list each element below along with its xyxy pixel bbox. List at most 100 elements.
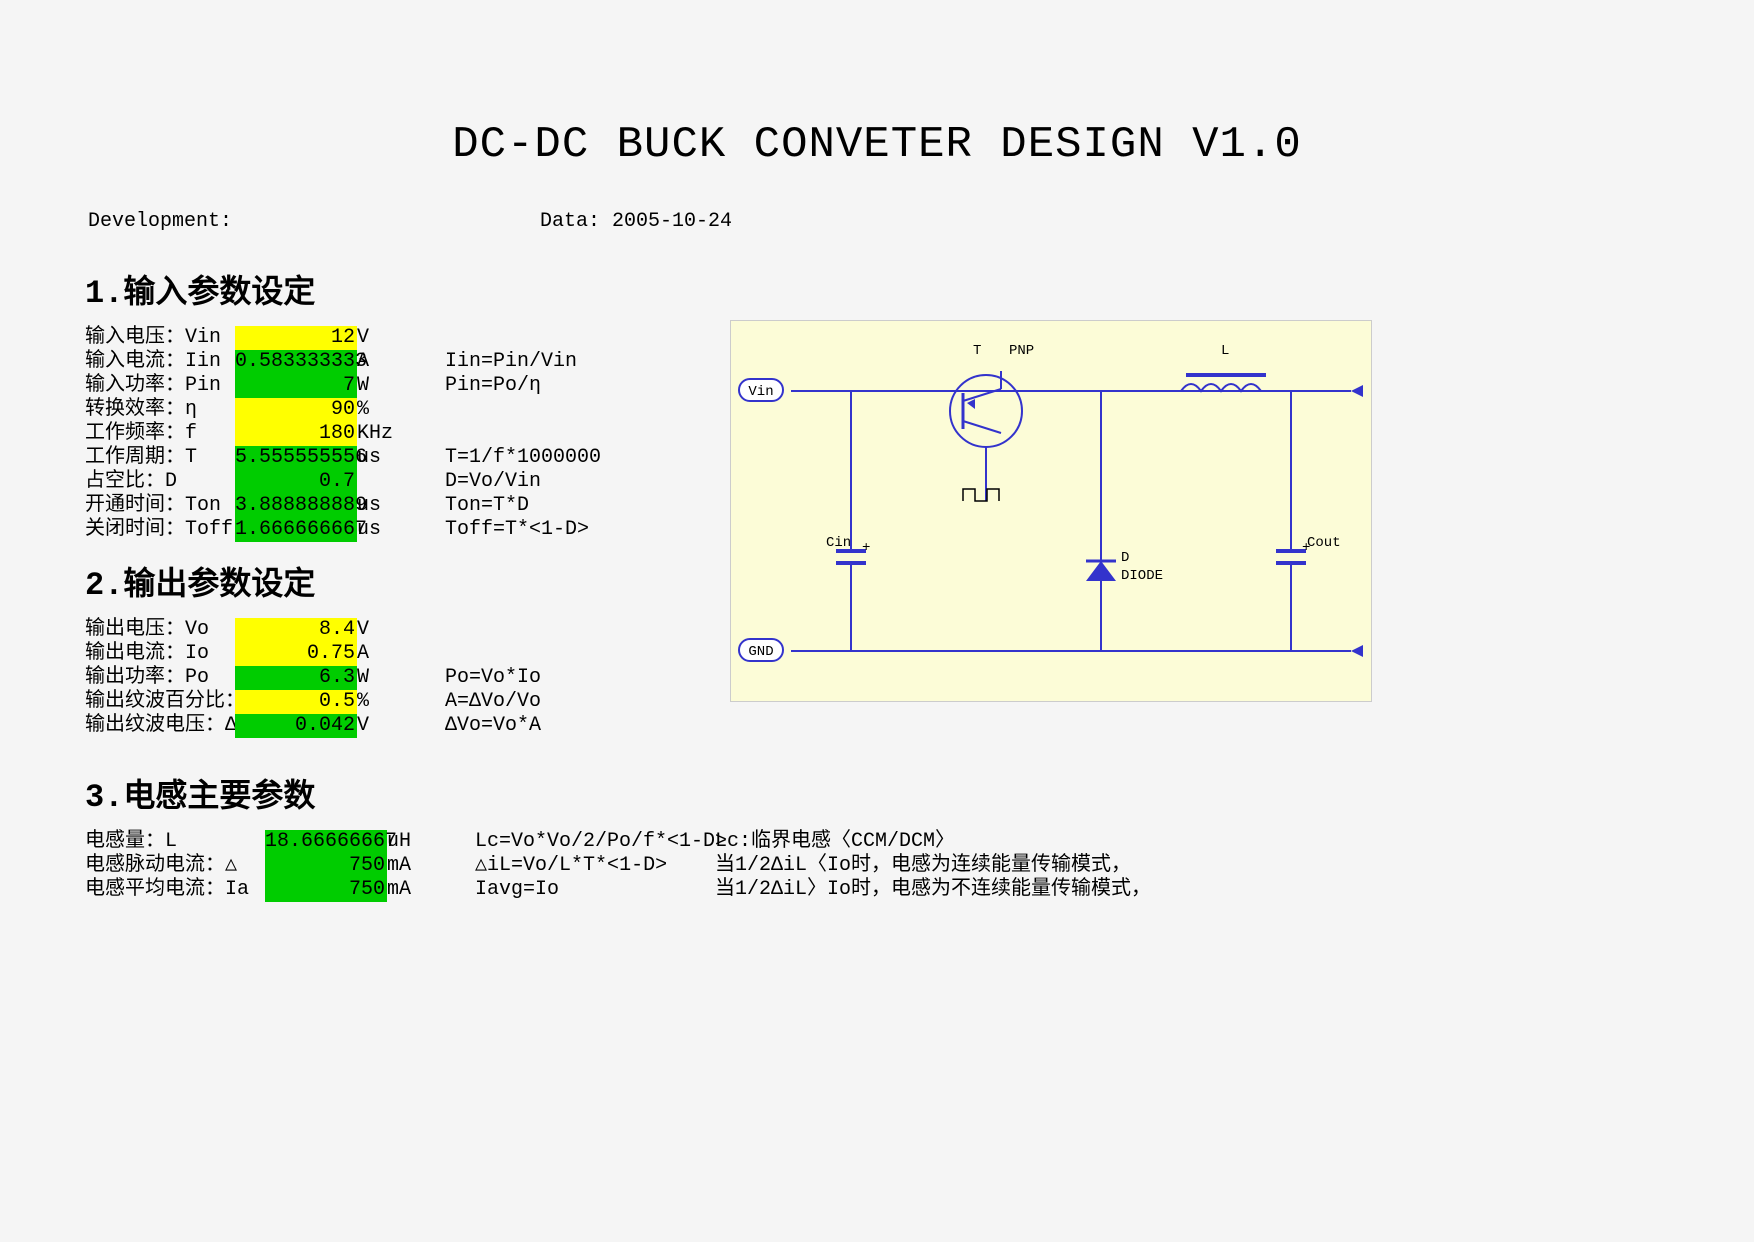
- table-row: 工作周期：T5.555555556us T=1/f*1000000: [85, 446, 601, 470]
- param-value: 12: [235, 326, 357, 350]
- table-row: 输入功率：Pin7W Pin=Po/η: [85, 374, 601, 398]
- param-label: 输入电压：Vin: [85, 326, 235, 350]
- param-value: 0.042: [235, 714, 357, 738]
- table-row: 输出纹波电压：Δ0.042V ΔVo=Vo*A: [85, 714, 541, 738]
- table-row: 输出功率：Po6.3W Po=Vo*Io: [85, 666, 541, 690]
- param-note: 当1/2ΔiL〈Io时，电感为连续能量传输模式，: [715, 854, 1131, 878]
- param-label: 电感脉动电流：△: [85, 854, 265, 878]
- schematic-diagram: Vin GND Cin + T PNP: [730, 320, 1372, 702]
- table-row: 电感平均电流：Ia750mA Iavg=Io 当1/2ΔiL〉Io时，电感为不连续能…: [85, 878, 1151, 902]
- schematic-d-label: D: [1121, 550, 1129, 566]
- table-row: 电感量：L18.66666667uH Lc=Vo*Vo/2/Po/f*<1-D> L…: [85, 830, 1151, 854]
- param-label: 占空比：D: [85, 470, 235, 494]
- param-value: 180: [235, 422, 357, 446]
- param-label: 工作周期：T: [85, 446, 235, 470]
- param-label: 开通时间：Ton: [85, 494, 235, 518]
- svg-text:+: +: [1302, 540, 1310, 556]
- param-unit: us: [357, 494, 395, 518]
- output-params-table: 输出电压：Vo8.4V输出电流：Io0.75A输出功率：Po6.3WPo=Vo*…: [85, 618, 541, 738]
- date-label: Data: 2005-10-24: [540, 210, 732, 233]
- param-value: 5.555555556: [235, 446, 357, 470]
- param-unit: %: [357, 398, 395, 422]
- page-title: DC-DC BUCK CONVETER DESIGN V1.0: [0, 120, 1754, 170]
- param-formula: Ton=T*D: [445, 494, 529, 518]
- param-note: Lc:临界电感〈CCM/DCM〉: [715, 830, 955, 854]
- param-unit: mA: [387, 878, 425, 902]
- param-unit: KHz: [357, 422, 395, 446]
- param-value: 18.66666667: [265, 830, 387, 854]
- param-label: 输入电流：Iin: [85, 350, 235, 374]
- param-label: 工作频率：f: [85, 422, 235, 446]
- param-value: 750: [265, 878, 387, 902]
- schematic-cin-label: Cin: [826, 535, 851, 551]
- param-unit: us: [357, 518, 395, 542]
- svg-text:+: +: [862, 540, 870, 556]
- param-formula: Iin=Pin/Vin: [445, 350, 577, 374]
- param-value: 750: [265, 854, 387, 878]
- param-label: 输出功率：Po: [85, 666, 235, 690]
- param-value: 0.5: [235, 690, 357, 714]
- param-value: 0.75: [235, 642, 357, 666]
- param-label: 转换效率：η: [85, 398, 235, 422]
- table-row: 电感脉动电流：△750mA△iL=Vo/L*T*<1-D>当1/2ΔiL〈Io时…: [85, 854, 1151, 878]
- param-label: 输入功率：Pin: [85, 374, 235, 398]
- inductor-params-table: 电感量：L18.66666667uH Lc=Vo*Vo/2/Po/f*<1-D> L…: [85, 830, 1151, 902]
- param-unit: W: [357, 374, 395, 398]
- param-label: 输出电压：Vo: [85, 618, 235, 642]
- schematic-vin-label: Vin: [748, 384, 773, 400]
- table-row: 输出电压：Vo8.4V: [85, 618, 541, 642]
- schematic-l-label: L: [1221, 343, 1229, 359]
- param-unit: uH: [387, 830, 425, 854]
- param-value: 8.4: [235, 618, 357, 642]
- param-formula: A=ΔVo/Vo: [445, 690, 541, 714]
- schematic-t-label: T: [973, 343, 981, 359]
- param-unit: V: [357, 714, 395, 738]
- param-formula: D=Vo/Vin: [445, 470, 541, 494]
- param-value: 0.583333333: [235, 350, 357, 374]
- param-value: 1.666666667: [235, 518, 357, 542]
- section-3-heading: 3.电感主要参数: [85, 770, 315, 816]
- table-row: 转换效率：η90%: [85, 398, 601, 422]
- param-formula: Toff=T*<1-D>: [445, 518, 589, 542]
- schematic-gnd-label: GND: [748, 644, 773, 660]
- param-unit: A: [357, 642, 395, 666]
- param-label: 电感量：L: [85, 830, 265, 854]
- param-formula: T=1/f*1000000: [445, 446, 601, 470]
- param-value: 0.7: [235, 470, 357, 494]
- table-row: 输出电流：Io0.75A: [85, 642, 541, 666]
- table-row: 输入电流：Iin0.583333333A Iin=Pin/Vin: [85, 350, 601, 374]
- param-label: 关闭时间：Toff: [85, 518, 235, 542]
- param-value: 90: [235, 398, 357, 422]
- development-label: Development:: [88, 210, 232, 233]
- param-value: 6.3: [235, 666, 357, 690]
- section-1-heading: 1.输入参数设定: [85, 266, 315, 312]
- param-unit: %: [357, 690, 395, 714]
- param-formula: Lc=Vo*Vo/2/Po/f*<1-D>: [475, 830, 695, 854]
- param-value: 3.888888889: [235, 494, 357, 518]
- param-formula: Po=Vo*Io: [445, 666, 541, 690]
- param-unit: us: [357, 446, 395, 470]
- section-2-heading: 2.输出参数设定: [85, 558, 315, 604]
- param-unit: V: [357, 618, 395, 642]
- param-formula: Iavg=Io: [475, 878, 695, 902]
- param-value: 7: [235, 374, 357, 398]
- table-row: 关闭时间：Toff1.666666667us Toff=T*<1-D>: [85, 518, 601, 542]
- schematic-pnp-label: PNP: [1009, 343, 1034, 359]
- table-row: 工作频率：f180KHz: [85, 422, 601, 446]
- param-label: 电感平均电流：Ia: [85, 878, 265, 902]
- param-formula: Pin=Po/η: [445, 374, 541, 398]
- schematic-cout-label: Cout: [1307, 535, 1341, 551]
- param-unit: A: [357, 350, 395, 374]
- table-row: 输入电压：Vin12V: [85, 326, 601, 350]
- param-formula: △iL=Vo/L*T*<1-D>: [475, 854, 695, 878]
- table-row: 开通时间：Ton3.888888889us Ton=T*D: [85, 494, 601, 518]
- param-formula: ΔVo=Vo*A: [445, 714, 541, 738]
- param-label: 输出纹波百分比：: [85, 690, 235, 714]
- input-params-table: 输入电压：Vin12V输入电流：Iin0.583333333AIin=Pin/V…: [85, 326, 601, 542]
- param-unit: V: [357, 326, 395, 350]
- schematic-diode-label: DIODE: [1121, 568, 1163, 584]
- param-label: 输出电流：Io: [85, 642, 235, 666]
- param-label: 输出纹波电压：Δ: [85, 714, 235, 738]
- param-note: 当1/2ΔiL〉Io时，电感为不连续能量传输模式，: [715, 878, 1151, 902]
- param-unit: W: [357, 666, 395, 690]
